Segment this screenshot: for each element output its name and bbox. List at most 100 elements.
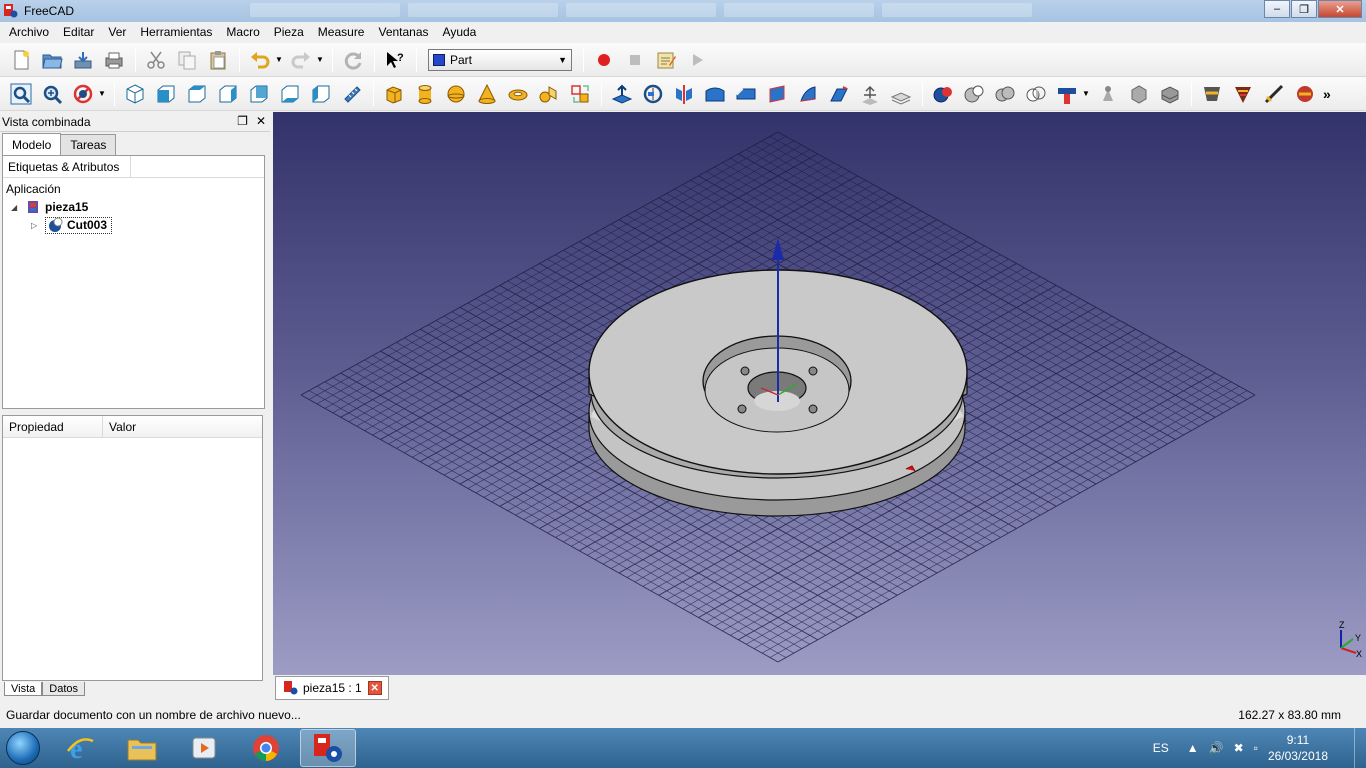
- view-isometric-button[interactable]: [120, 80, 150, 108]
- view-right-button[interactable]: [213, 80, 243, 108]
- macro-edit-button[interactable]: [651, 46, 681, 74]
- copy-button[interactable]: [172, 46, 202, 74]
- network-error-icon[interactable]: ✖: [1234, 741, 1244, 755]
- part-shape-builder-button[interactable]: [565, 80, 595, 108]
- part-boolean-button[interactable]: [928, 80, 958, 108]
- expand-arrow-icon[interactable]: ◢: [11, 203, 21, 212]
- workbench-selector[interactable]: Part ▼: [428, 48, 572, 71]
- part-check-geometry-button[interactable]: [1124, 80, 1154, 108]
- fit-all-button[interactable]: [6, 80, 36, 108]
- close-panel-icon[interactable]: ✕: [256, 114, 266, 128]
- minimize-button[interactable]: –: [1264, 0, 1290, 18]
- part-ruled-surface-button[interactable]: [793, 80, 823, 108]
- save-button[interactable]: [68, 46, 98, 74]
- part-cylinder-button[interactable]: [410, 80, 440, 108]
- part-join-features-button[interactable]: [1052, 80, 1082, 108]
- taskbar-chrome[interactable]: [238, 729, 294, 767]
- close-button[interactable]: ✕: [1318, 0, 1362, 18]
- menu-ver[interactable]: Ver: [101, 22, 133, 42]
- view-left-button[interactable]: [306, 80, 336, 108]
- clock[interactable]: 9:11 26/03/2018: [1268, 732, 1328, 764]
- tree-document-pieza15[interactable]: ◢ pieza15: [11, 198, 88, 216]
- part-sphere-button[interactable]: [441, 80, 471, 108]
- tree-object-cut003[interactable]: ▷ Cut003: [31, 216, 113, 234]
- part-compound-button[interactable]: [1093, 80, 1123, 108]
- macro-run-button[interactable]: [682, 46, 712, 74]
- paste-button[interactable]: [203, 46, 233, 74]
- float-panel-icon[interactable]: ❐: [237, 114, 248, 128]
- document-tab[interactable]: pieza15 : 1 ✕: [275, 676, 389, 700]
- taskbar-internet-explorer[interactable]: e: [52, 729, 108, 767]
- 3d-viewport[interactable]: Z Y X: [273, 112, 1366, 675]
- taskbar-media-player[interactable]: [176, 729, 232, 767]
- menu-herramientas[interactable]: Herramientas: [133, 22, 219, 42]
- maximize-button[interactable]: ❐: [1291, 0, 1317, 18]
- view-rear-button[interactable]: [244, 80, 274, 108]
- menu-macro[interactable]: Macro: [219, 22, 266, 42]
- part-extrude-button[interactable]: [607, 80, 637, 108]
- part-slice-button[interactable]: [1259, 80, 1289, 108]
- selected-object[interactable]: Cut003: [45, 216, 113, 234]
- macro-record-button[interactable]: [589, 46, 619, 74]
- view-top-button[interactable]: [182, 80, 212, 108]
- join-dropdown-icon[interactable]: ▼: [1081, 89, 1091, 98]
- part-fuse-button[interactable]: [990, 80, 1020, 108]
- part-revolve-button[interactable]: [638, 80, 668, 108]
- part-defeaturing-button[interactable]: [1155, 80, 1185, 108]
- menu-ventanas[interactable]: Ventanas: [371, 22, 435, 42]
- part-cone-button[interactable]: [472, 80, 502, 108]
- refresh-button[interactable]: [338, 46, 368, 74]
- undo-button[interactable]: [245, 46, 275, 74]
- taskbar-freecad[interactable]: [300, 729, 356, 767]
- whats-this-button[interactable]: ?: [380, 46, 410, 74]
- part-cut-button[interactable]: [959, 80, 989, 108]
- part-section-button[interactable]: [1197, 80, 1227, 108]
- property-column-name[interactable]: Propiedad: [3, 415, 103, 438]
- part-chamfer-button[interactable]: [731, 80, 761, 108]
- part-sweep-button[interactable]: [855, 80, 885, 108]
- action-center-icon[interactable]: ▫: [1254, 741, 1258, 755]
- view-bottom-button[interactable]: [275, 80, 305, 108]
- tab-modelo[interactable]: Modelo: [2, 133, 62, 155]
- close-tab-icon[interactable]: ✕: [367, 681, 382, 695]
- part-primitives-button[interactable]: [534, 80, 564, 108]
- show-desktop-button[interactable]: [1354, 728, 1366, 768]
- redo-button[interactable]: [286, 46, 316, 74]
- measure-distance-button[interactable]: [337, 80, 367, 108]
- menu-ayuda[interactable]: Ayuda: [436, 22, 484, 42]
- menu-pieza[interactable]: Pieza: [267, 22, 311, 42]
- part-cross-sections-button[interactable]: [1228, 80, 1258, 108]
- macro-stop-button[interactable]: [620, 46, 650, 74]
- open-button[interactable]: [37, 46, 67, 74]
- view-front-button[interactable]: [151, 80, 181, 108]
- tab-vista[interactable]: Vista: [4, 682, 43, 696]
- part-torus-button[interactable]: [503, 80, 533, 108]
- toolbar-more-icon[interactable]: »: [1323, 86, 1331, 102]
- part-offset-button[interactable]: [886, 80, 916, 108]
- redo-dropdown-icon[interactable]: ▼: [315, 55, 325, 64]
- taskbar-file-explorer[interactable]: [114, 729, 170, 767]
- tree-column-labels[interactable]: Etiquetas & Atributos: [3, 155, 131, 178]
- print-button[interactable]: [99, 46, 129, 74]
- part-fillet-button[interactable]: [700, 80, 730, 108]
- language-indicator[interactable]: ES: [1153, 741, 1169, 755]
- part-split-button[interactable]: [1290, 80, 1320, 108]
- start-button[interactable]: [0, 728, 46, 768]
- fit-selection-button[interactable]: [37, 80, 67, 108]
- volume-icon[interactable]: 🔊: [1209, 741, 1224, 755]
- property-column-value[interactable]: Valor: [103, 416, 203, 438]
- tab-datos[interactable]: Datos: [42, 682, 86, 696]
- draw-style-dropdown-icon[interactable]: ▼: [97, 89, 107, 98]
- part-box-button[interactable]: [379, 80, 409, 108]
- tab-tareas[interactable]: Tareas: [60, 134, 117, 155]
- menu-archivo[interactable]: Archivo: [2, 22, 56, 42]
- new-document-button[interactable]: [6, 46, 36, 74]
- show-hidden-icons-icon[interactable]: ▲: [1187, 741, 1199, 755]
- cut-button[interactable]: [141, 46, 171, 74]
- part-make-face-button[interactable]: [762, 80, 792, 108]
- collapsed-arrow-icon[interactable]: ▷: [31, 221, 41, 230]
- part-mirror-button[interactable]: [669, 80, 699, 108]
- part-common-button[interactable]: [1021, 80, 1051, 108]
- menu-measure[interactable]: Measure: [311, 22, 372, 42]
- draw-style-button[interactable]: [68, 80, 98, 108]
